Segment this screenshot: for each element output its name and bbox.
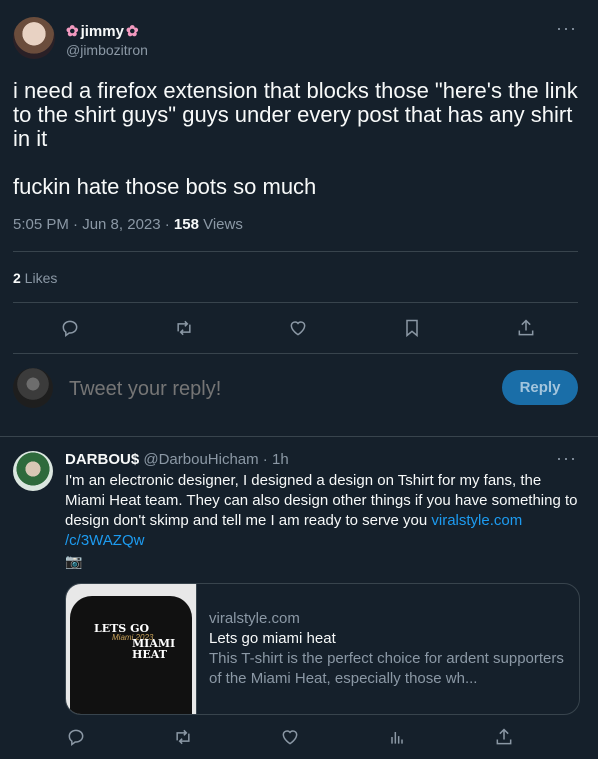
like-icon[interactable] [279, 726, 301, 748]
reply-icon[interactable] [59, 317, 81, 339]
reply-author-avatar[interactable] [13, 451, 53, 491]
flower-icon: ✿ [125, 23, 139, 40]
share-icon[interactable] [493, 726, 515, 748]
tweet-meta: 5:05 PM · Jun 8, 2023 · 158 Views [13, 216, 243, 233]
author-avatar[interactable] [13, 17, 55, 59]
reply-input[interactable] [67, 377, 471, 402]
current-user-avatar[interactable] [13, 368, 53, 408]
author-name[interactable]: ✿ jimmy ✿ [66, 22, 139, 41]
divider [0, 436, 598, 437]
views-label: Views [198, 216, 243, 233]
retweet-icon[interactable] [173, 317, 195, 339]
share-icon[interactable] [515, 317, 537, 339]
author-handle[interactable]: @jimbozitron [66, 42, 148, 58]
reply-author-header: DARBOU$ @DarbouHicham · 1h [65, 451, 289, 468]
link-preview-card[interactable]: LETS GO Miami 2023 MIAMI HEAT viralstyle… [65, 583, 580, 715]
card-image: LETS GO Miami 2023 MIAMI HEAT [66, 584, 197, 714]
views-count: 158 [173, 216, 199, 233]
more-options-icon[interactable]: ··· [556, 448, 577, 469]
more-options-icon[interactable]: ··· [556, 18, 577, 39]
divider [13, 353, 578, 354]
card-body: viralstyle.com Lets go miami heat This T… [197, 584, 579, 714]
tweet-time[interactable]: 5:05 PM · Jun 8, 2023 · [13, 216, 174, 233]
reply-actions [65, 726, 515, 748]
card-title: Lets go miami heat [209, 630, 336, 647]
card-domain: viralstyle.com [209, 610, 300, 627]
like-icon[interactable] [287, 317, 309, 339]
reply-author-handle[interactable]: @DarbouHicham [143, 451, 258, 468]
reply-text: I'm an electronic designer, I designed a… [65, 472, 578, 549]
analytics-icon[interactable] [386, 726, 408, 748]
tweet-text: i need a firefox extension that blocks t… [13, 78, 578, 199]
divider [13, 251, 578, 252]
bookmark-icon[interactable] [401, 317, 423, 339]
camera-icon: 📷 [65, 553, 83, 569]
flower-icon: ✿ [66, 23, 79, 40]
reply-button[interactable]: Reply [502, 370, 578, 405]
divider [13, 302, 578, 303]
likes-stat[interactable]: 2 Likes [13, 270, 57, 286]
tweet-actions [13, 317, 583, 339]
card-description: This T-shirt is the perfect choice for a… [209, 650, 564, 687]
reply-icon[interactable] [65, 726, 87, 748]
reply-author-name[interactable]: DARBOU$ [65, 451, 139, 468]
reply-time[interactable]: · 1h [259, 451, 289, 468]
retweet-icon[interactable] [172, 726, 194, 748]
